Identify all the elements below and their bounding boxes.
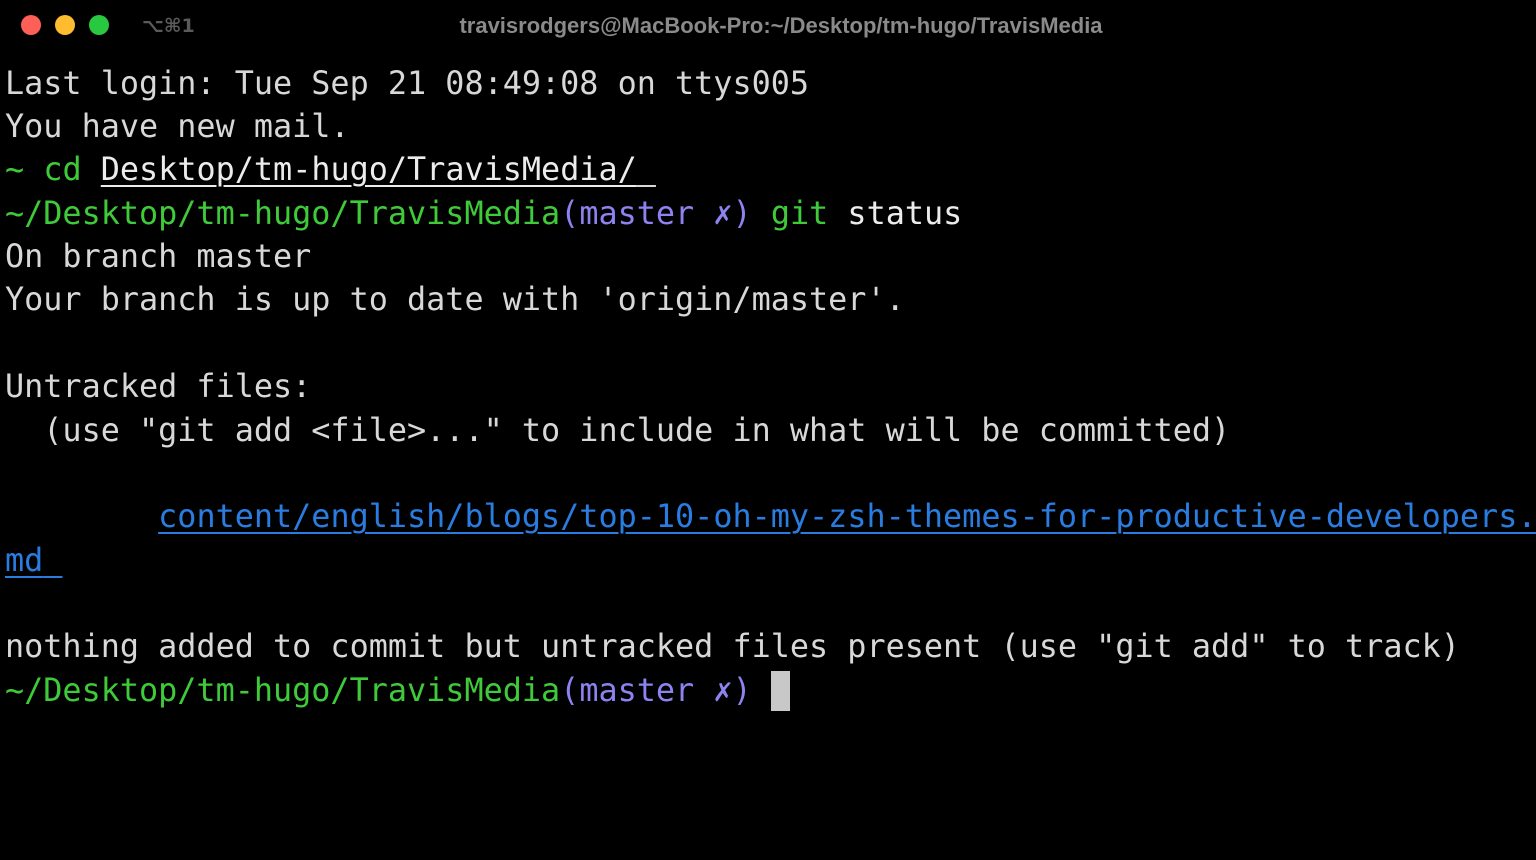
- untracked-file-link-continued[interactable]: md: [5, 542, 43, 579]
- minimize-icon: [55, 15, 75, 35]
- git-dirty-icon: ✗: [713, 672, 733, 709]
- file-indent: [5, 498, 158, 535]
- on-branch-line: On branch master: [5, 238, 312, 275]
- prompt-home-symbol: ~: [5, 151, 25, 188]
- git-paren-close: ): [732, 195, 752, 232]
- untracked-file-link[interactable]: content/english/blogs/top-10-oh-my-zsh-t…: [158, 498, 1536, 535]
- command-path-argument[interactable]: Desktop/tm-hugo/TravisMedia/: [101, 151, 637, 188]
- terminal-window: ⌥⌘1 travisrodgers@MacBook-Pro:~/Desktop/…: [0, 0, 1536, 860]
- command-git: git: [770, 195, 829, 232]
- prompt-path: ~/Desktop/tm-hugo/TravisMedia: [5, 672, 561, 709]
- git-paren-open: (: [560, 195, 580, 232]
- git-add-hint-line: (use "git add <file>..." to include in w…: [5, 412, 1231, 449]
- prompt-line-git-status: ~/Desktop/tm-hugo/TravisMedia(master ✗) …: [5, 194, 962, 234]
- maximize-button[interactable]: [89, 15, 109, 35]
- last-login-line: Last login: Tue Sep 21 08:49:08 on ttys0…: [5, 65, 810, 102]
- path-underline-trail: [637, 151, 656, 188]
- nothing-added-line: nothing added to commit but untracked fi…: [5, 628, 1460, 665]
- close-button[interactable]: [21, 15, 41, 35]
- git-paren-open: (: [560, 672, 580, 709]
- git-branch: master: [579, 672, 695, 709]
- untracked-header-line: Untracked files:: [5, 368, 312, 405]
- maximize-icon: [89, 15, 109, 35]
- untracked-file-line: content/english/blogs/top-10-oh-my-zsh-t…: [5, 497, 1536, 537]
- prompt-line-cd: ~ cd Desktop/tm-hugo/TravisMedia/: [5, 150, 656, 190]
- title-bar[interactable]: ⌥⌘1 travisrodgers@MacBook-Pro:~/Desktop/…: [0, 0, 1536, 52]
- minimize-button[interactable]: [55, 15, 75, 35]
- prompt-path: ~/Desktop/tm-hugo/TravisMedia: [5, 195, 561, 232]
- link-underline-trail: [43, 542, 62, 579]
- window-title: travisrodgers@MacBook-Pro:~/Desktop/tm-h…: [459, 13, 1103, 38]
- command-cd: cd: [43, 151, 82, 188]
- git-paren-close: ): [732, 672, 752, 709]
- terminal-output[interactable]: Last login: Tue Sep 21 08:49:08 on ttys0…: [0, 62, 1536, 860]
- untracked-file-line-wrap: md: [5, 541, 62, 581]
- new-mail-line: You have new mail.: [5, 108, 350, 145]
- command-status-argument: status: [847, 195, 963, 232]
- up-to-date-line: Your branch is up to date with 'origin/m…: [5, 281, 905, 318]
- close-icon: [21, 15, 41, 35]
- git-dirty-icon: ✗: [713, 195, 733, 232]
- window-shortcut: ⌥⌘1: [142, 15, 195, 37]
- git-branch: master: [579, 195, 695, 232]
- active-prompt-line[interactable]: ~/Desktop/tm-hugo/TravisMedia(master ✗): [5, 671, 790, 711]
- text-cursor: [770, 671, 790, 711]
